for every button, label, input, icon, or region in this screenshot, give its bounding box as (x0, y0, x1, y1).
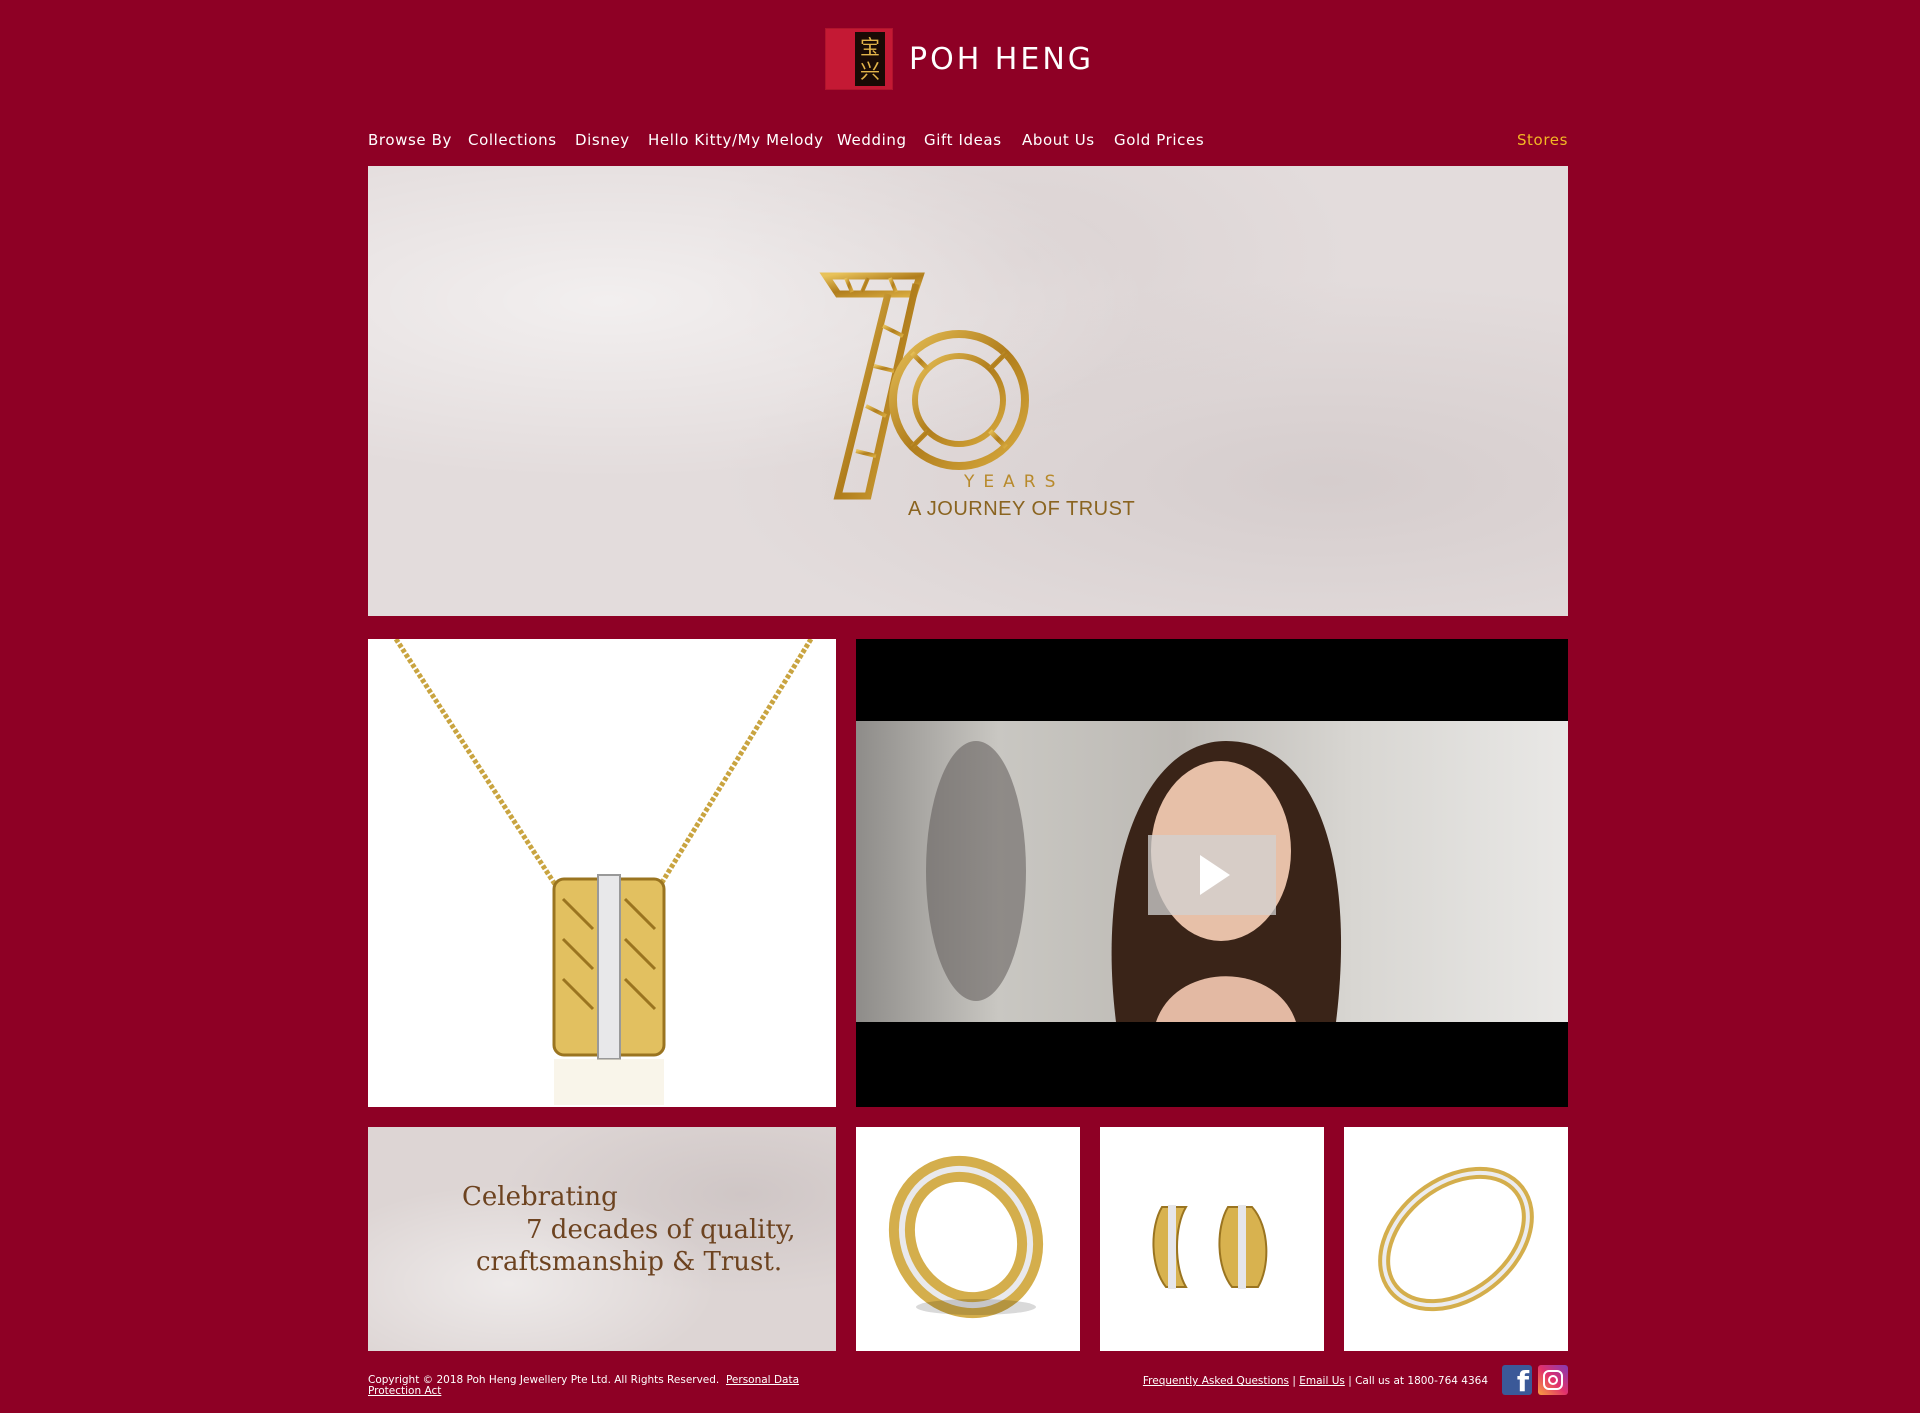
earrings-image (1152, 1205, 1268, 1289)
necklace-illustration (393, 639, 814, 1105)
celebrate-line-3: craftsmanship & Trust. (476, 1247, 783, 1277)
nav-item-gold-prices[interactable]: Gold Prices (1114, 131, 1204, 149)
nav-item-browse-by[interactable]: Browse By (368, 131, 452, 149)
nav-item-hello-kitty[interactable]: Hello Kitty/My Melody (648, 131, 824, 149)
nav-item-wedding[interactable]: Wedding (837, 131, 907, 149)
logo-char-1: 宝 (860, 35, 880, 59)
nav-item-stores[interactable]: Stores (1517, 131, 1568, 149)
hero-banner[interactable]: YEARS A JOURNEY OF TRUST (368, 166, 1568, 616)
email-link[interactable]: Email Us (1299, 1375, 1345, 1387)
nav-item-disney[interactable]: Disney (575, 131, 630, 149)
facebook-icon[interactable]: f (1502, 1365, 1532, 1397)
brand-name: POH HENG (909, 41, 1095, 77)
footer-separator-1: | (1292, 1375, 1296, 1387)
ring-image (888, 1155, 1044, 1319)
celebrate-line-1: Celebrating (462, 1182, 618, 1212)
video-player[interactable] (856, 639, 1568, 1107)
brand-logo[interactable]: 宝 兴 POH HENG (825, 27, 1094, 91)
faq-link[interactable]: Frequently Asked Questions (1143, 1375, 1289, 1387)
instagram-icon[interactable] (1538, 1365, 1568, 1395)
celebrate-banner[interactable]: Celebrating 7 decades of quality, crafts… (368, 1127, 836, 1351)
hero-70-emblem (819, 272, 1029, 500)
nav-item-about-us[interactable]: About Us (1022, 131, 1095, 149)
page: 宝 兴 POH HENG Browse By Collections Disne… (0, 0, 1920, 1413)
logo-mark-icon: 宝 兴 (825, 28, 893, 90)
celebrate-line-2: 7 decades of quality, (526, 1215, 796, 1245)
hero-tagline: A JOURNEY OF TRUST (908, 498, 1136, 520)
logo-char-2: 兴 (860, 59, 880, 83)
necklace-product-image[interactable] (368, 639, 836, 1107)
video-frame (856, 721, 1568, 1022)
bangle-image (1378, 1166, 1534, 1312)
hero-years-text: YEARS (964, 472, 1065, 492)
main-nav: Browse By Collections Disney Hello Kitty… (368, 131, 1568, 153)
product-tile-earrings[interactable] (1100, 1127, 1324, 1351)
nav-item-collections[interactable]: Collections (468, 131, 557, 149)
nav-item-gift-ideas[interactable]: Gift Ideas (924, 131, 1002, 149)
call-text: Call us at 1800-764 4364 (1355, 1375, 1488, 1387)
product-tile-ring[interactable] (856, 1127, 1080, 1351)
play-icon (1200, 855, 1230, 895)
video-play-button[interactable] (1148, 835, 1276, 915)
product-tile-bangle[interactable] (1344, 1127, 1568, 1351)
footer-separator-2: | (1348, 1375, 1352, 1387)
footer-copyright: Copyright © 2018 Poh Heng Jewellery Pte … (368, 1375, 848, 1397)
footer-contact: Frequently Asked Questions | Email Us | … (1143, 1375, 1488, 1387)
